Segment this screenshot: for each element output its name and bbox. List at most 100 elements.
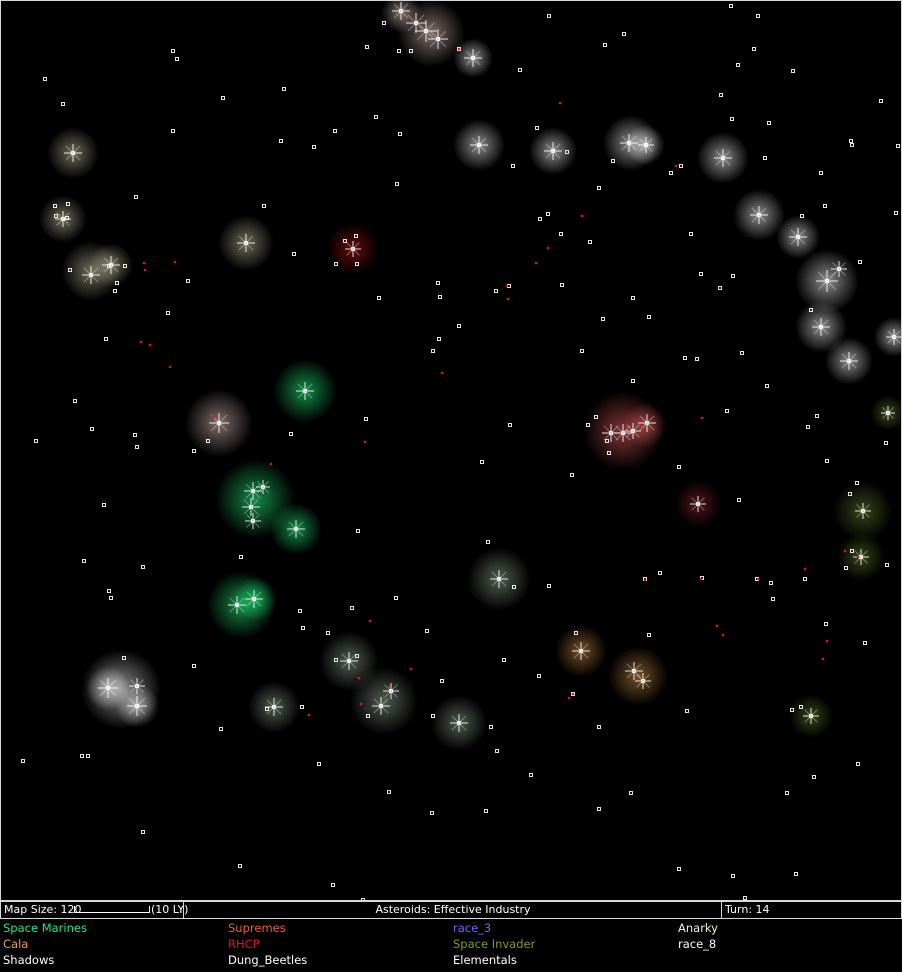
colony-star-icon[interactable] [544,142,562,160]
star-system[interactable] [601,317,605,321]
star-system[interactable] [825,459,829,463]
fleet-marker[interactable] [387,685,391,689]
fleet-marker[interactable] [571,692,575,696]
star-system[interactable] [171,49,175,53]
fleet-marker[interactable] [357,676,361,680]
race-cala[interactable]: Cala [3,936,28,952]
star-system[interactable] [719,93,723,97]
star-system[interactable] [90,427,94,431]
star-system[interactable] [484,809,488,813]
star-system[interactable] [570,473,574,477]
star-system[interactable] [494,289,498,293]
star-system[interactable] [298,609,302,613]
star-system[interactable] [34,439,38,443]
star-system[interactable] [547,14,551,18]
star-system[interactable] [395,182,399,186]
star-system[interactable] [765,384,769,388]
fleet-marker[interactable] [142,261,146,265]
colony-star-icon[interactable] [209,413,229,433]
fleet-marker[interactable] [143,268,147,272]
colony-star-icon[interactable] [228,596,246,614]
star-system[interactable] [262,204,266,208]
race-space-invader[interactable]: Space Invader [453,936,535,952]
colony-star-icon[interactable] [450,714,468,732]
star-system[interactable] [317,762,321,766]
star-system[interactable] [356,529,360,533]
star-system[interactable] [769,581,773,585]
colony-star-icon[interactable] [245,513,261,529]
star-system[interactable] [603,43,607,47]
star-system[interactable] [597,807,601,811]
star-system[interactable] [597,186,601,190]
fleet-marker[interactable] [643,578,647,582]
star-system[interactable] [856,762,860,766]
star-system[interactable] [823,204,827,208]
colony-star-icon[interactable] [572,642,590,660]
fleet-marker[interactable] [715,624,719,628]
star-system[interactable] [858,260,862,264]
star-system[interactable] [647,633,651,637]
colony-star-icon[interactable] [383,683,399,699]
star-system[interactable] [397,49,401,53]
star-system[interactable] [737,498,741,502]
star-system[interactable] [884,441,888,445]
star-system[interactable] [756,14,760,18]
galaxy-map[interactable] [0,0,902,901]
star-system[interactable] [725,409,729,413]
fleet-marker[interactable] [269,462,273,466]
star-system[interactable] [535,126,539,130]
star-system[interactable] [588,240,592,244]
star-system[interactable] [806,425,810,429]
star-system[interactable] [292,252,296,256]
star-system[interactable] [437,337,441,341]
star-system[interactable] [560,283,564,287]
colony-star-icon[interactable] [812,318,830,336]
colony-star-icon[interactable] [470,136,488,154]
star-system[interactable] [289,432,293,436]
fleet-marker[interactable] [856,555,860,559]
race-rhcp[interactable]: RHCP [228,936,260,952]
race-race-8[interactable]: race_8 [678,936,716,952]
star-system[interactable] [141,565,145,569]
fleet-marker[interactable] [307,713,311,717]
star-system[interactable] [430,811,434,815]
star-system[interactable] [731,874,735,878]
star-system[interactable] [518,68,522,72]
star-system[interactable] [82,559,86,563]
fleet-marker[interactable] [148,343,152,347]
fleet-marker[interactable] [368,619,372,623]
star-system[interactable] [767,121,771,125]
race-race-3[interactable]: race_3 [453,920,491,936]
colony-star-icon[interactable] [392,2,410,20]
star-system[interactable] [622,32,626,36]
fleet-marker[interactable] [168,365,172,369]
colony-star-icon[interactable] [237,234,255,252]
race-supremes[interactable]: Supremes [228,920,286,936]
star-system[interactable] [849,139,853,143]
star-system[interactable] [752,47,756,51]
colony-star-icon[interactable] [296,382,314,400]
star-system[interactable] [86,754,90,758]
star-system[interactable] [141,830,145,834]
fleet-marker[interactable] [558,101,562,105]
star-system[interactable] [537,674,541,678]
star-system[interactable] [175,57,179,61]
fleet-marker[interactable] [534,261,538,265]
race-dung-beetles[interactable]: Dung_Beetles [228,952,307,968]
star-system[interactable] [102,503,106,507]
fleet-marker[interactable] [756,577,760,581]
star-system[interactable] [326,631,330,635]
star-system[interactable] [192,449,196,453]
colony-star-icon[interactable] [82,266,100,284]
star-system[interactable] [824,622,828,626]
star-system[interactable] [109,596,113,600]
star-system[interactable] [279,139,283,143]
star-system[interactable] [669,171,673,175]
fleet-marker[interactable] [580,214,584,218]
star-system[interactable] [457,324,461,328]
star-system[interactable] [480,460,484,464]
star-system[interactable] [502,658,506,662]
colony-star-icon[interactable] [625,662,643,680]
star-system[interactable] [486,540,490,544]
race-space-marines[interactable]: Space Marines [3,920,87,936]
